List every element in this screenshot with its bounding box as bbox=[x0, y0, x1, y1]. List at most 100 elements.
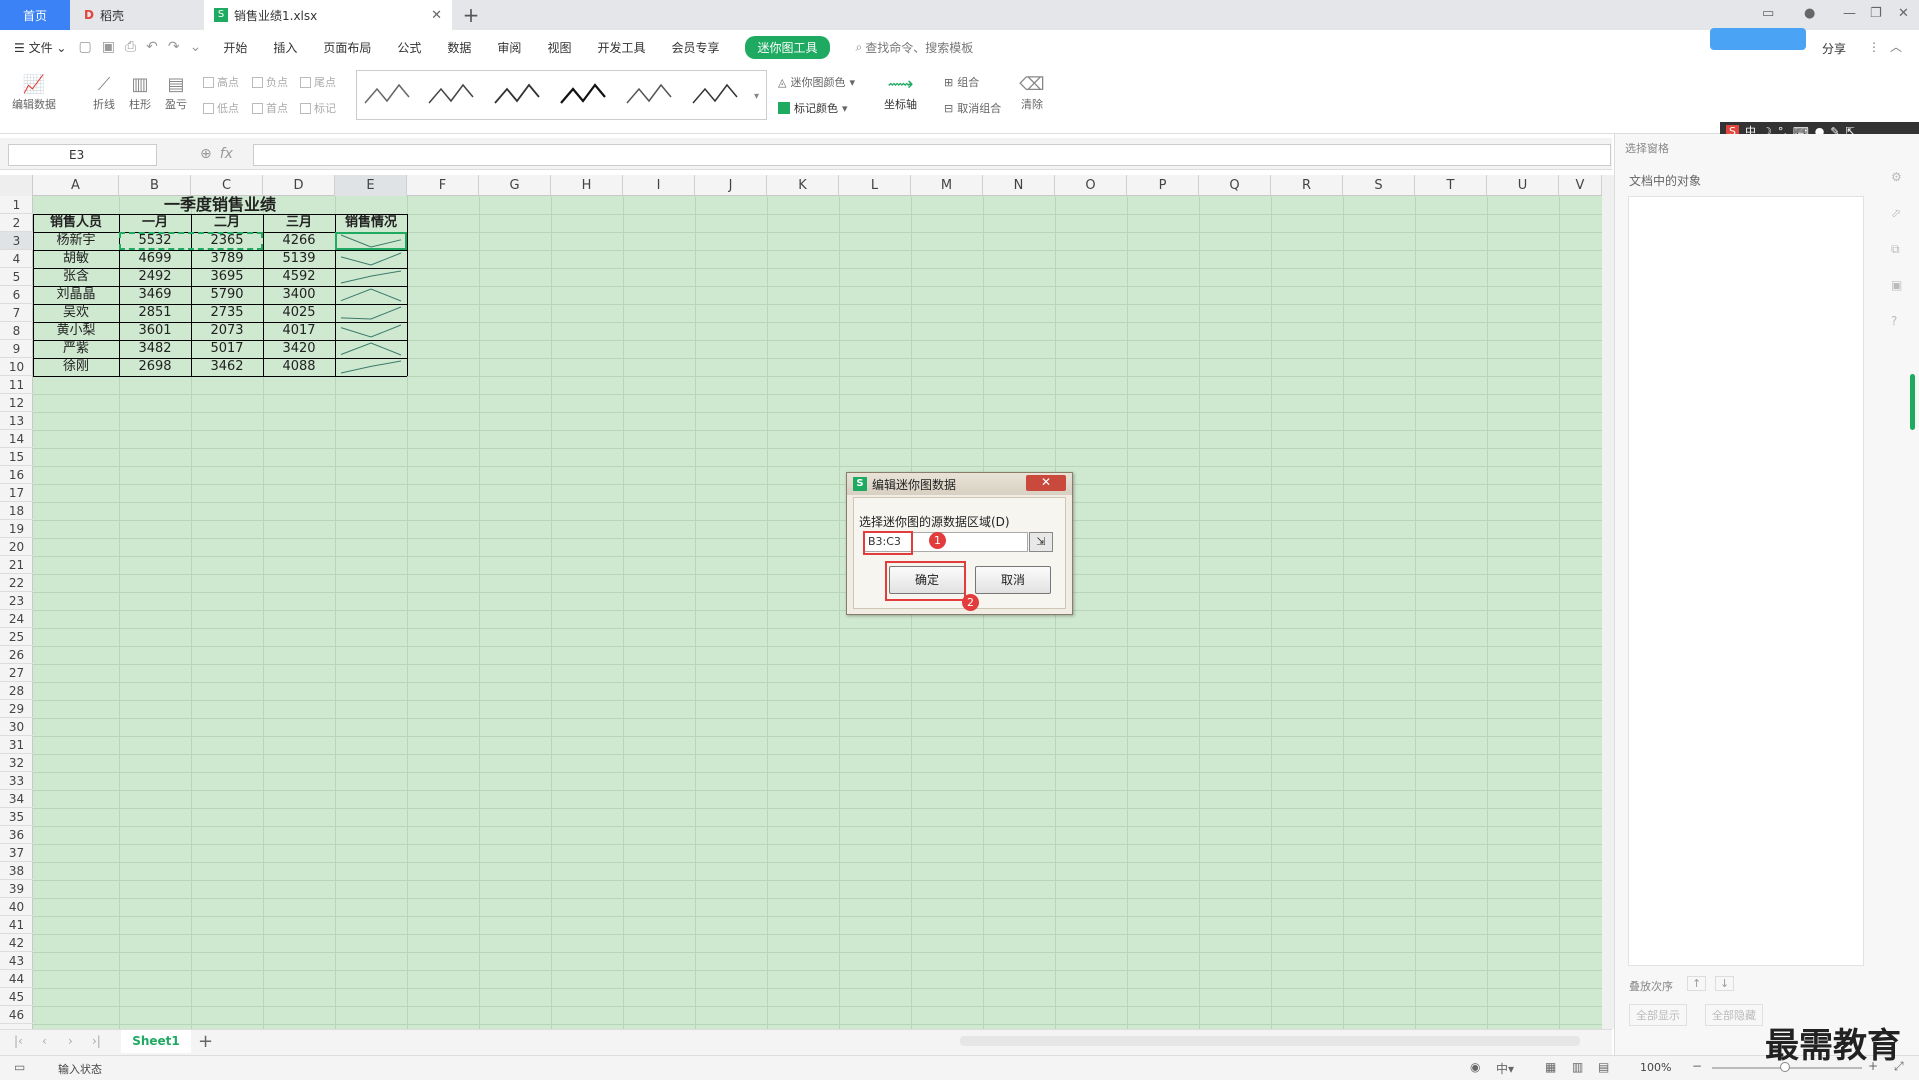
zoom-out-icon[interactable]: − bbox=[1692, 1059, 1702, 1073]
first-point-checkbox[interactable]: 首点 bbox=[252, 100, 288, 116]
sparkline[interactable] bbox=[335, 304, 407, 322]
sparkline[interactable] bbox=[335, 322, 407, 340]
row-header[interactable]: 43 bbox=[0, 952, 33, 970]
more-icon[interactable]: ⋮ bbox=[1868, 40, 1880, 54]
menu-file[interactable]: ☰ 文件 ⌄ bbox=[14, 39, 66, 56]
column-header[interactable]: P bbox=[1127, 175, 1199, 196]
edit-data-button[interactable]: 📈 编辑数据 bbox=[12, 72, 56, 112]
eye-protect-icon[interactable]: ◉ bbox=[1470, 1060, 1480, 1074]
sparkline-style-gallery[interactable]: ▾ bbox=[356, 70, 767, 120]
column-header[interactable]: E bbox=[335, 175, 407, 196]
sales-value-cell[interactable]: 4699 bbox=[119, 250, 191, 268]
add-sheet-icon[interactable]: + bbox=[198, 1031, 213, 1052]
tab-file[interactable]: S 销售业绩1.xlsx ✕ bbox=[204, 0, 452, 30]
salesperson-cell[interactable]: 张含 bbox=[33, 268, 119, 286]
sales-value-cell[interactable]: 3601 bbox=[119, 322, 191, 340]
menu-review[interactable]: 审阅 bbox=[497, 39, 521, 56]
table-header[interactable]: 三月 bbox=[263, 214, 335, 232]
sheet-tab-sheet1[interactable]: Sheet1 bbox=[121, 1030, 191, 1053]
column-header[interactable]: Q bbox=[1199, 175, 1271, 196]
sparkline[interactable] bbox=[335, 358, 407, 376]
row-header[interactable]: 29 bbox=[0, 700, 33, 718]
active-cell-E3[interactable] bbox=[335, 232, 407, 250]
row-header[interactable]: 31 bbox=[0, 736, 33, 754]
row-header[interactable]: 21 bbox=[0, 556, 33, 574]
tab-home[interactable]: 首页 bbox=[0, 0, 70, 30]
quick-access-more-icon[interactable]: ⌄ bbox=[190, 39, 202, 55]
salesperson-cell[interactable]: 黄小梨 bbox=[33, 322, 119, 340]
move-up-button[interactable]: ↑ bbox=[1687, 976, 1707, 991]
close-window-icon[interactable]: ✕ bbox=[1898, 6, 1909, 21]
column-header[interactable]: M bbox=[911, 175, 983, 196]
move-down-button[interactable]: ↓ bbox=[1715, 976, 1735, 991]
line-sparkline-button[interactable]: ⟋ 折线 bbox=[90, 72, 118, 112]
sales-value-cell[interactable]: 5790 bbox=[191, 286, 263, 304]
row-header[interactable]: 1 bbox=[0, 196, 33, 214]
salesperson-cell[interactable]: 胡敏 bbox=[33, 250, 119, 268]
menu-developer[interactable]: 开发工具 bbox=[597, 39, 645, 56]
row-header[interactable]: 12 bbox=[0, 394, 33, 412]
sales-value-cell[interactable]: 2492 bbox=[119, 268, 191, 286]
range-picker-button[interactable]: ⇲ bbox=[1029, 532, 1053, 552]
dialog-close-button[interactable]: ✕ bbox=[1026, 475, 1066, 491]
cancel-button[interactable]: 取消 bbox=[975, 566, 1051, 594]
row-header[interactable]: 14 bbox=[0, 430, 33, 448]
new-tab-button[interactable]: + bbox=[458, 0, 484, 30]
style-swatch-3[interactable] bbox=[494, 83, 540, 104]
sales-value-cell[interactable]: 3400 bbox=[263, 286, 335, 304]
column-header[interactable]: A bbox=[33, 175, 119, 196]
share-button[interactable]: 分享 bbox=[1822, 40, 1846, 57]
column-header[interactable]: F bbox=[407, 175, 479, 196]
sales-value-cell[interactable]: 4017 bbox=[263, 322, 335, 340]
menu-member[interactable]: 会员专享 bbox=[671, 39, 719, 56]
column-header[interactable]: R bbox=[1271, 175, 1343, 196]
column-header[interactable]: J bbox=[695, 175, 767, 196]
style-swatch-2[interactable] bbox=[428, 83, 474, 104]
sheet-title[interactable]: 一季度销售业绩 bbox=[33, 196, 407, 214]
sales-value-cell[interactable]: 3469 bbox=[119, 286, 191, 304]
row-header[interactable]: 40 bbox=[0, 898, 33, 916]
column-header[interactable]: I bbox=[623, 175, 695, 196]
row-header[interactable]: 33 bbox=[0, 772, 33, 790]
zoom-level[interactable]: 100% bbox=[1640, 1061, 1671, 1074]
column-header[interactable]: V bbox=[1559, 175, 1602, 196]
row-header[interactable]: 15 bbox=[0, 448, 33, 466]
salesperson-cell[interactable]: 吴欢 bbox=[33, 304, 119, 322]
undo-icon[interactable]: ↶ bbox=[146, 39, 158, 55]
salesperson-cell[interactable]: 刘晶晶 bbox=[33, 286, 119, 304]
markers-checkbox[interactable]: 标记 bbox=[300, 100, 336, 116]
column-header[interactable]: U bbox=[1487, 175, 1559, 196]
style-swatch-6[interactable] bbox=[692, 83, 738, 104]
row-header[interactable]: 3 bbox=[0, 232, 33, 250]
spreadsheet-grid[interactable]: ABCDEFGHIJKLMNOPQRSTUV 1 2 3 4 5 6 7 8 9 10 11 12 13… bbox=[0, 175, 1602, 1029]
column-header[interactable]: H bbox=[551, 175, 623, 196]
redo-icon[interactable]: ↷ bbox=[168, 39, 180, 55]
column-header[interactable]: S bbox=[1343, 175, 1415, 196]
formula-input[interactable] bbox=[253, 144, 1611, 166]
row-header[interactable]: 18 bbox=[0, 502, 33, 520]
row-header[interactable]: 20 bbox=[0, 538, 33, 556]
row-header[interactable]: 44 bbox=[0, 970, 33, 988]
column-header[interactable]: B bbox=[119, 175, 191, 196]
sparkline-color-button[interactable]: ◬ 迷你图颜色 ▾ bbox=[778, 74, 855, 90]
clear-button[interactable]: ⌫ 清除 bbox=[1018, 72, 1046, 112]
sales-value-cell[interactable]: 4592 bbox=[263, 268, 335, 286]
side-select-icon[interactable]: ⬀ bbox=[1891, 206, 1901, 220]
menu-page-layout[interactable]: 页面布局 bbox=[323, 39, 371, 56]
row-header[interactable]: 10 bbox=[0, 358, 33, 376]
tab-docer[interactable]: D 稻壳 bbox=[74, 0, 202, 30]
sales-value-cell[interactable]: 5017 bbox=[191, 340, 263, 358]
column-header[interactable]: K bbox=[767, 175, 839, 196]
sales-value-cell[interactable]: 4088 bbox=[263, 358, 335, 376]
column-header[interactable]: G bbox=[479, 175, 551, 196]
sales-value-cell[interactable]: 3789 bbox=[191, 250, 263, 268]
last-sheet-icon[interactable]: ›| bbox=[92, 1034, 101, 1048]
row-header[interactable]: 35 bbox=[0, 808, 33, 826]
menu-view[interactable]: 视图 bbox=[547, 39, 571, 56]
row-header[interactable]: 5 bbox=[0, 268, 33, 286]
row-header[interactable]: 45 bbox=[0, 988, 33, 1006]
row-header[interactable]: 34 bbox=[0, 790, 33, 808]
new-doc-icon[interactable]: ▢ bbox=[78, 39, 91, 55]
style-swatch-1[interactable] bbox=[364, 83, 410, 104]
side-adjust-icon[interactable]: ⧉ bbox=[1891, 242, 1900, 257]
